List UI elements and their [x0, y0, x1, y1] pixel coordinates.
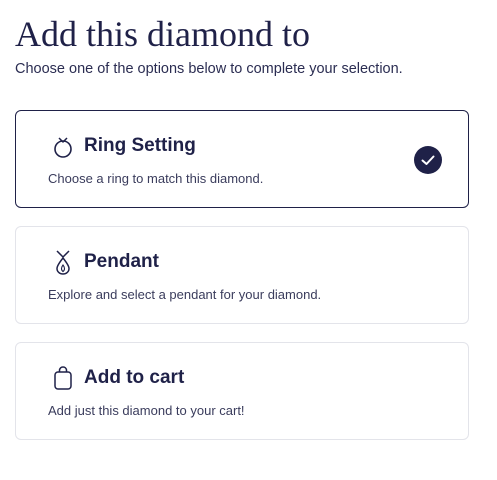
- option-label: Pendant: [84, 251, 159, 272]
- page-subtitle: Choose one of the options below to compl…: [15, 61, 403, 77]
- option-description: Explore and select a pendant for your di…: [48, 287, 322, 302]
- option-pendant[interactable]: Pendant Explore and select a pendant for…: [15, 226, 469, 324]
- checkmark-icon: [414, 146, 442, 174]
- shopping-bag-icon: [52, 365, 74, 391]
- ring-icon: [52, 133, 74, 159]
- option-label: Ring Setting: [84, 135, 196, 156]
- pendant-icon: [52, 249, 74, 275]
- option-description: Add just this diamond to your cart!: [48, 403, 245, 418]
- option-ring-setting[interactable]: Ring Setting Choose a ring to match this…: [15, 110, 469, 208]
- page-title: Add this diamond to: [15, 14, 310, 54]
- option-description: Choose a ring to match this diamond.: [48, 171, 264, 186]
- option-add-to-cart[interactable]: Add to cart Add just this diamond to you…: [15, 342, 469, 440]
- option-label: Add to cart: [84, 367, 185, 388]
